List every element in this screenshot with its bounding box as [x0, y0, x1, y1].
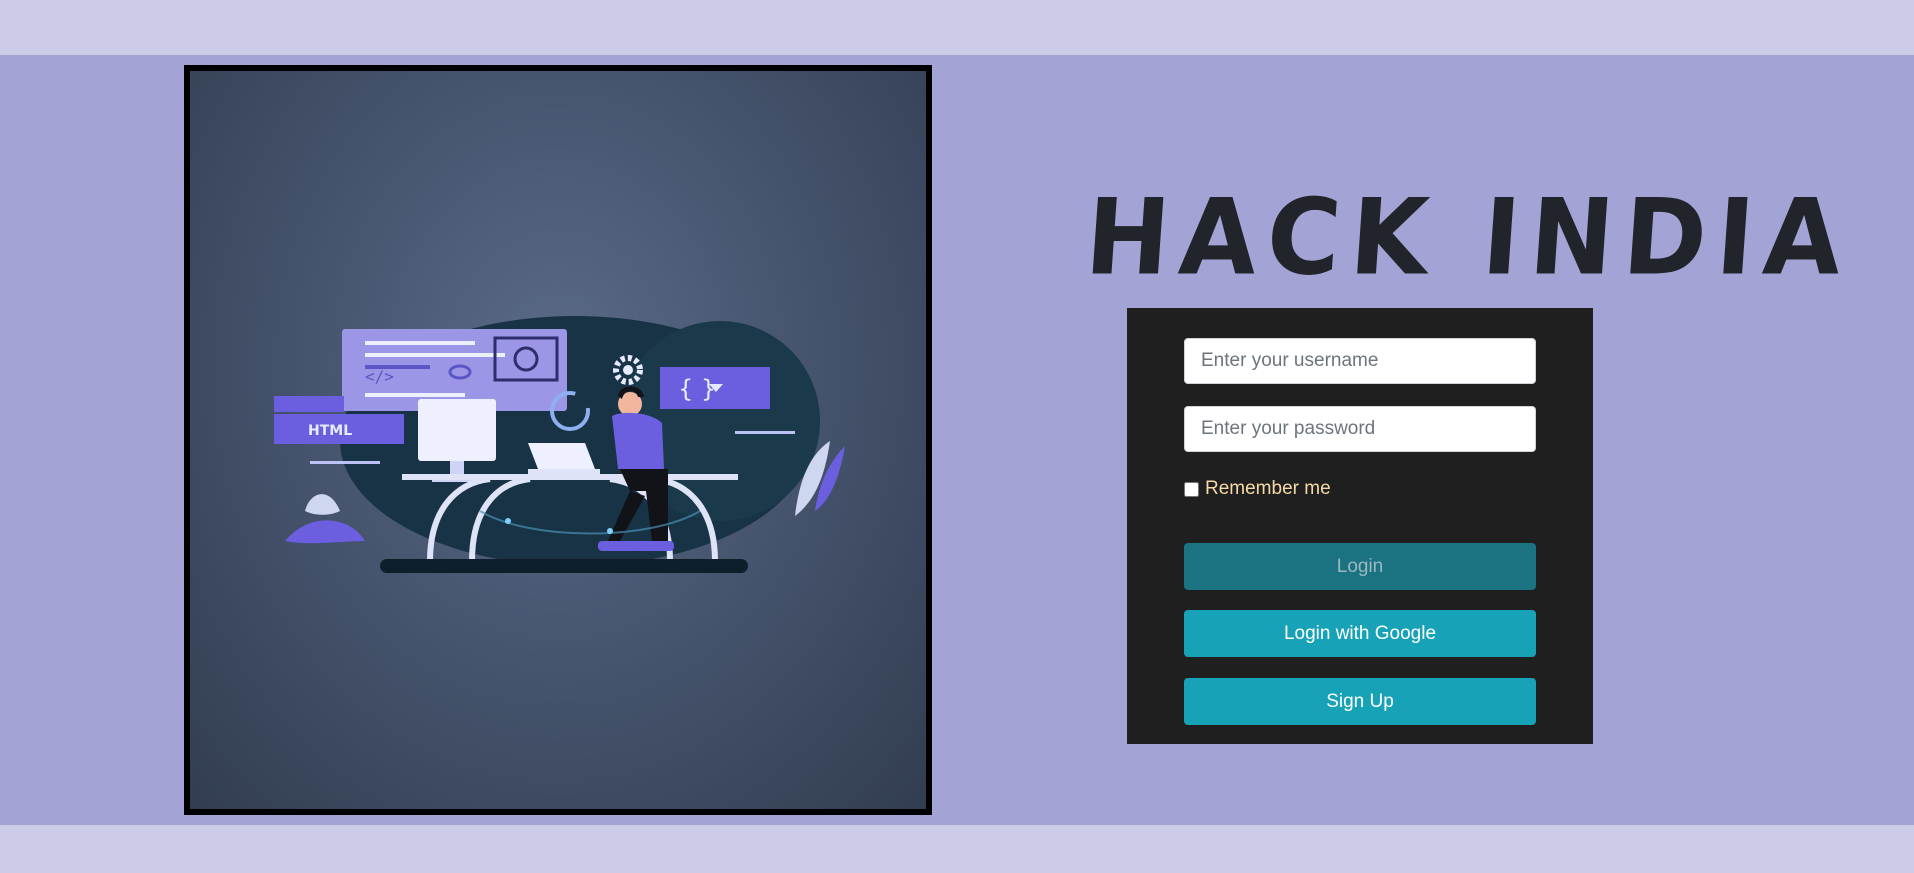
password-input[interactable] — [1184, 406, 1536, 452]
bottom-band — [0, 825, 1914, 873]
person-body — [612, 412, 664, 469]
svg-text:{ }: { } — [678, 375, 716, 403]
username-input[interactable] — [1184, 338, 1536, 384]
sign-up-button[interactable]: Sign Up — [1184, 678, 1536, 725]
code-tag-label: </> — [365, 367, 394, 386]
laptop-icon — [528, 443, 595, 469]
login-with-google-button[interactable]: Login with Google — [1184, 610, 1536, 657]
remember-me-row: Remember me — [1184, 476, 1331, 502]
svg-text:HTML: HTML — [308, 423, 352, 439]
login-card: Remember me Login Login with Google Sign… — [1127, 308, 1593, 744]
desk — [402, 474, 738, 480]
remember-me-label[interactable]: Remember me — [1205, 478, 1331, 500]
developer-workspace-illustration: </> HTML { } — [274, 316, 845, 573]
brand-title: HACK INDIA — [1081, 176, 1856, 299]
monitor-icon — [418, 399, 496, 461]
hero-illustration: </> HTML { } — [184, 65, 932, 815]
login-button[interactable]: Login — [1184, 543, 1536, 590]
leaf-left — [285, 520, 365, 544]
floor-shadow — [380, 559, 748, 573]
remember-me-checkbox[interactable] — [1184, 481, 1199, 497]
top-band — [0, 0, 1914, 55]
